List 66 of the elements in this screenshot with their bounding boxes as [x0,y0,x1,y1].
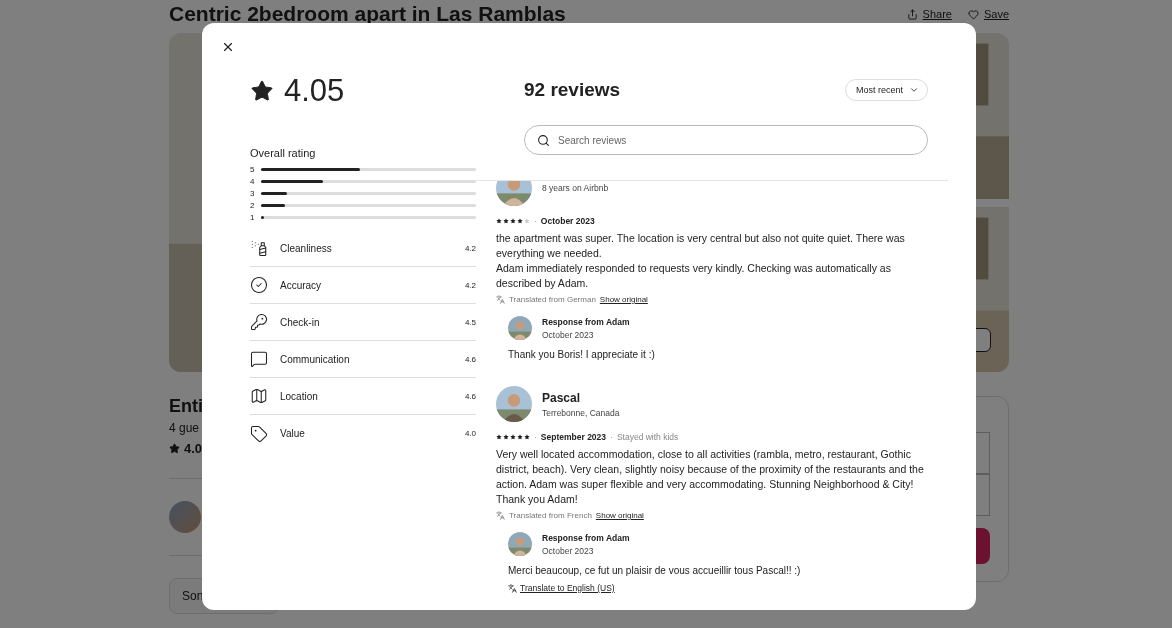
category-score: 4.2 [464,280,476,290]
review-date: September 2023 [540,432,607,442]
category-label: Value [280,428,306,439]
category-score: 4.0 [464,429,476,438]
speech-bubble-icon [250,350,268,368]
review-text: the apartment was super. The location is very central but also not quite quiet. There was everything we needed. Adam immediately responded to requests very kindly. Checking was automatically as described by Adam. [496,231,906,291]
heart-icon [967,8,979,20]
overall-rating-label: Overall rating [250,147,317,159]
separator-dot: · [610,432,613,442]
listing-rating: 4.0 [184,441,203,456]
category-label: Location [280,390,319,402]
stay-type: Stayed with kids [616,432,679,442]
reviewer-name: Pascal [542,390,582,405]
map-icon [250,387,268,405]
category-label: Accuracy [280,279,323,291]
chevron-down-icon [909,85,919,95]
response-date: October 2023 [542,329,595,340]
share-icon [906,8,918,20]
rating-number: 1 [250,213,255,222]
reviewer-meta: 8 years on Airbnb [542,183,609,193]
save-link[interactable]: Save [967,8,1009,20]
response-title: Response from Adam [542,532,630,543]
category-score: 4.5 [464,317,476,327]
reviewer-meta: Terrebonne, Canada [542,407,620,418]
rating-number: 2 [250,201,255,210]
listing-title: Centric 2bedroom apart in Las Ramblas [169,2,566,26]
star-icon [169,443,180,454]
key-icon [250,313,268,331]
rating-number: 5 [250,165,255,174]
category-label: Cleanliness [280,242,333,254]
response-text: Thank you Boris! I appreciate it :) [508,349,656,360]
listing-meta: 4 gue [169,421,200,435]
review-date: October 2023 [540,216,595,226]
category-label: Check-in [280,316,321,328]
separator-dot: · [534,216,537,226]
response-text: Merci beaucoup, ce fut un plaisir de vous accueillir tous Pascal!! :) [508,565,802,576]
sort-dropdown[interactable]: Most recent [844,79,928,101]
translation-note: Translated from French [509,511,592,520]
category-score: 4.6 [464,391,476,401]
overall-score: 4.05 [284,73,345,109]
translate-icon [496,295,505,304]
translate-icon [508,583,517,593]
tag-icon [250,424,268,443]
response-title: Response from Adam [542,316,630,327]
translation-note: Translated from German [509,295,596,304]
spray-bottle-icon [250,239,268,257]
close-icon [221,40,235,54]
category-score: 4.2 [464,243,476,253]
rating-number: 4 [250,177,255,186]
search-icon [537,133,550,147]
translate-icon [496,511,505,520]
show-original-link[interactable]: Show original [595,511,644,520]
star-icon [250,79,274,103]
category-label: Communication [280,353,351,365]
listing-heading: Enti [169,396,203,417]
check-circle-icon [250,276,268,294]
translate-link[interactable]: Translate to English (US) [508,583,928,593]
rating-number: 3 [250,189,255,198]
show-original-link[interactable]: Show original [599,295,648,304]
reviews-title: 92 reviews [524,79,621,101]
separator-dot: · [534,432,537,442]
share-link[interactable]: Share [906,8,952,20]
host-avatar [169,501,201,533]
category-score: 4.6 [464,354,476,364]
review-text: Very well located accommodation, close to all activities (rambla, metro, restaurant, Gothic district, beach). Very clean, slightly noisy because of the proximity of the restaurants and the action. Adam was super flexible and very accommodating. Stunning Neighborhood & City! Thank you Adam! [496,447,925,507]
response-date: October 2023 [542,545,595,556]
